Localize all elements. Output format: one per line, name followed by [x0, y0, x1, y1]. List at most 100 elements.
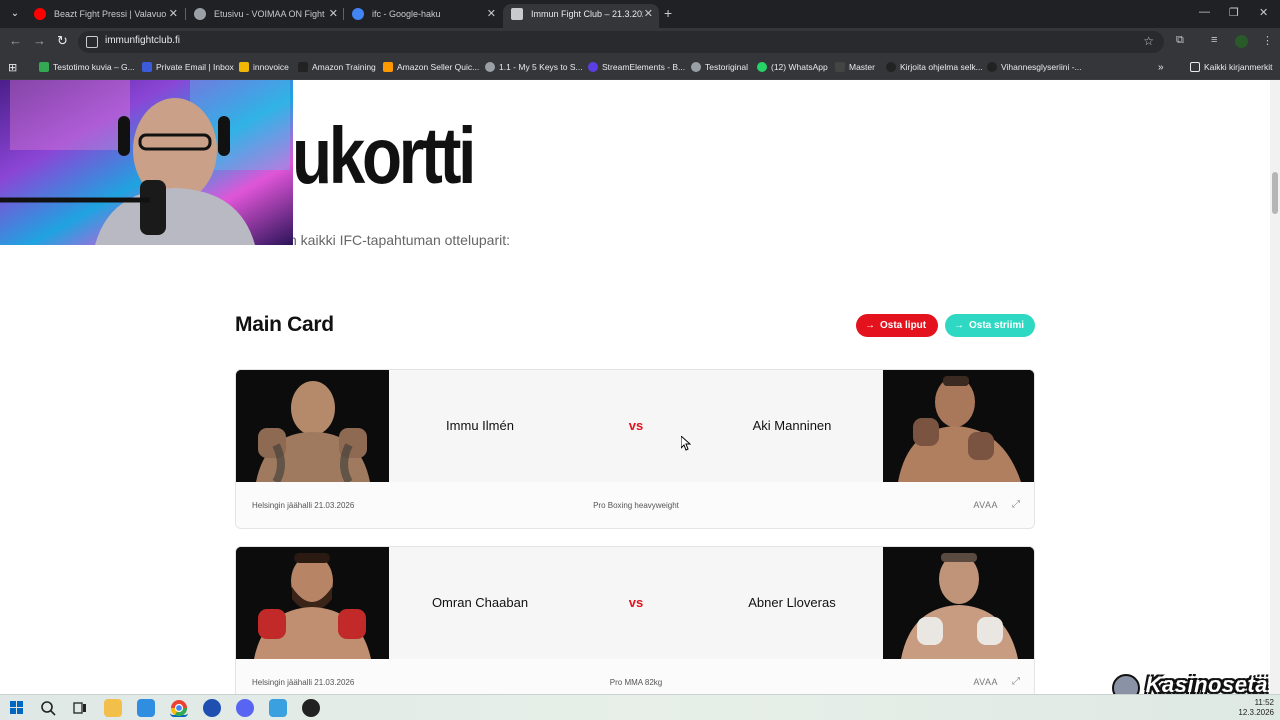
page-scrollbar[interactable] [1270, 80, 1280, 694]
bookmark-item[interactable]: innovoice [239, 62, 289, 72]
scrollbar-thumb[interactable] [1272, 172, 1278, 214]
openai-icon [886, 62, 896, 72]
browser-tab-voimaa[interactable]: Etusivu - VOIMAA ON Fight Ni ✕ [186, 4, 344, 28]
tab-title: Etusivu - VOIMAA ON Fight Ni [214, 9, 326, 19]
obs-icon[interactable] [302, 699, 320, 717]
close-tab-icon[interactable]: ✕ [169, 4, 178, 24]
app-icon[interactable] [203, 699, 221, 717]
streamelements-icon [588, 62, 598, 72]
tab-title: Beazt Fight Pressi | Valavuori vs [54, 9, 166, 19]
apps-grid-icon[interactable]: ⊞ [8, 61, 17, 74]
tab-search-chevron-icon[interactable]: ⌄ [6, 5, 24, 23]
open-match-button[interactable]: AVAA [973, 500, 998, 510]
match-card-header: Omran Chaaban vs Abner Lloveras [236, 547, 1034, 659]
fighter-photo-image [883, 370, 1034, 482]
division-label: Pro MMA 82kg [609, 678, 663, 687]
kebab-menu-icon[interactable]: ⋮ [1262, 34, 1273, 47]
close-window-icon[interactable]: ✕ [1259, 6, 1268, 19]
amazon-icon [383, 62, 393, 72]
tab-title: ifc - Google-haku [372, 9, 441, 19]
system-clock[interactable]: 11:52 12.3.2026 [1238, 698, 1274, 718]
match-card-header: Immu Ilmén vs Aki Manninen [236, 370, 1034, 482]
forward-arrow-icon[interactable]: → [33, 33, 46, 48]
location-pin-icon [485, 62, 495, 72]
shield-favicon-icon [511, 8, 523, 20]
address-bar-url[interactable]: immunfightclub.fi [105, 35, 180, 46]
main-card-heading: Main Card [235, 313, 334, 336]
bookmark-item[interactable]: StreamElements - B... [588, 62, 685, 72]
amazon-icon [298, 62, 308, 72]
site-favicon-icon [194, 8, 206, 20]
bookmark-label: 1.1 - My 5 Keys to S... [499, 62, 583, 72]
close-tab-icon[interactable]: ✕ [644, 4, 653, 24]
buy-tickets-label: Osta liput [880, 320, 927, 331]
close-tab-icon[interactable]: ✕ [487, 4, 496, 24]
app-window-icon[interactable] [269, 699, 287, 717]
google-favicon-icon [352, 8, 364, 20]
browser-tab-immun[interactable]: Immun Fight Club – 21.3.2026 I ✕ [503, 4, 659, 28]
extensions-puzzle-icon[interactable]: ⧉ [1176, 34, 1184, 47]
search-icon[interactable] [39, 699, 57, 717]
fighter-photo [236, 547, 389, 659]
restore-icon[interactable]: ❐ [1229, 6, 1239, 19]
fighter-a-name: Omran Chaaban [431, 595, 529, 610]
page-title: ukortti [292, 111, 476, 200]
buy-tickets-button[interactable]: → Osta liput [856, 314, 938, 337]
chrome-icon[interactable] [170, 699, 188, 717]
browser-tabstrip: ⌄ Beazt Fight Pressi | Valavuori vs ✕ Et… [0, 0, 1280, 28]
whatsapp-icon [757, 62, 767, 72]
expand-icon[interactable]: ⤢ [1012, 676, 1020, 687]
store-icon[interactable] [137, 699, 155, 717]
site-info-icon[interactable] [86, 36, 98, 48]
address-bar[interactable]: immunfightclub.fi ☆ [78, 31, 1164, 53]
email-icon [142, 62, 152, 72]
windows-start-icon[interactable] [8, 699, 26, 717]
bookmark-label: Amazon Seller Quic... [397, 62, 480, 72]
bookmark-item[interactable]: Amazon Seller Quic... [383, 62, 479, 72]
file-explorer-icon[interactable] [104, 699, 122, 717]
bookmark-item[interactable]: Kirjoita ohjelma selk... [886, 62, 983, 72]
bookmark-item[interactable]: Testotimo kuvia – G... [39, 62, 135, 72]
minimize-icon[interactable]: — [1199, 6, 1210, 18]
reload-icon[interactable]: ↻ [57, 33, 68, 49]
discord-icon[interactable] [236, 699, 254, 717]
fighter-photo [883, 547, 1034, 659]
new-tab-plus-icon[interactable]: + [664, 5, 672, 21]
bookmark-label: innovoice [253, 62, 289, 72]
media-controls-icon[interactable]: ≡ [1211, 34, 1217, 46]
bookmark-item[interactable]: (12) WhatsApp [757, 62, 828, 72]
bookmark-item[interactable]: Master [835, 62, 875, 72]
webcam-overlay [0, 80, 293, 245]
bookmark-label: Kaikki kirjanmerkit [1204, 62, 1273, 72]
bookmark-item[interactable]: 1.1 - My 5 Keys to S... [485, 62, 583, 72]
task-view-icon[interactable] [71, 699, 89, 717]
streamer-webcam-image [0, 80, 293, 245]
browser-tab-google[interactable]: ifc - Google-haku ✕ [344, 4, 502, 28]
open-match-button[interactable]: AVAA [973, 677, 998, 687]
expand-icon[interactable]: ⤢ [1012, 499, 1020, 510]
bookmark-item[interactable]: Private Email | Inbox [142, 62, 234, 72]
division-label: Pro Boxing heavyweight [593, 501, 679, 510]
match-card[interactable]: Omran Chaaban vs Abner Lloveras Helsingi… [235, 546, 1035, 694]
vs-label: vs [628, 595, 644, 610]
bookmark-star-icon[interactable]: ☆ [1143, 34, 1154, 48]
fighter-b-name: Abner Lloveras [748, 595, 836, 610]
master-icon [835, 62, 845, 72]
profile-avatar[interactable] [1235, 35, 1248, 48]
match-card[interactable]: Immu Ilmén vs Aki Manninen Helsingin jää… [235, 369, 1035, 529]
all-bookmarks-folder[interactable]: Kaikki kirjanmerkit [1190, 62, 1273, 72]
browser-tab-beazt[interactable]: Beazt Fight Pressi | Valavuori vs ✕ [26, 4, 184, 28]
tab-title: Immun Fight Club – 21.3.2026 I [531, 9, 643, 19]
windows-taskbar: 11:52 12.3.2026 [0, 694, 1280, 720]
vs-label: vs [628, 418, 644, 433]
back-arrow-icon[interactable]: ← [9, 33, 22, 48]
bookmark-item[interactable]: Amazon Training [298, 62, 376, 72]
bookmarks-bar: ⊞ Testotimo kuvia – G... Private Email |… [0, 56, 1280, 80]
buy-stream-button[interactable]: → Osta striimi [945, 314, 1035, 337]
bookmark-item[interactable]: Testoriginal [691, 62, 748, 72]
close-tab-icon[interactable]: ✕ [329, 4, 338, 24]
bookmark-label: Testoriginal [705, 62, 748, 72]
bookmark-item[interactable]: Vihannesglyseriini -... [987, 62, 1082, 72]
more-bookmarks-chevron-icon[interactable]: » [1158, 62, 1164, 73]
buy-stream-label: Osta striimi [969, 320, 1025, 331]
